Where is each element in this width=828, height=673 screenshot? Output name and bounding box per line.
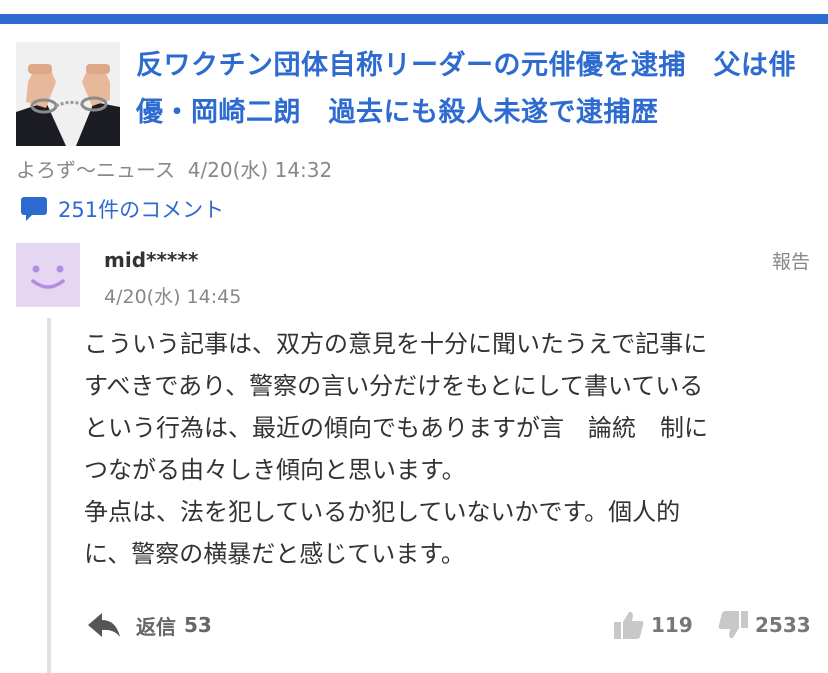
report-button[interactable]: 報告: [772, 247, 810, 274]
reply-label: 返信: [136, 614, 176, 639]
top-accent-bar: [0, 14, 828, 24]
handcuffs-photo: [16, 42, 120, 146]
article-thumbnail[interactable]: [16, 42, 120, 146]
article-date: 4/20(水) 14:32: [187, 158, 333, 182]
dislike-button[interactable]: 2533: [717, 609, 811, 641]
thumbs-up-icon: [614, 611, 644, 639]
article-headline[interactable]: 反ワクチン団体自称リーダーの元俳優を逮捕 父は俳優・岡崎二朗 過去にも殺人未遂で…: [136, 42, 816, 136]
article-source-line: よろず〜ニュース 4/20(水) 14:32: [16, 154, 332, 183]
comment-line: 争点は、法を犯しているか犯していないかです。個人的: [84, 498, 681, 526]
comment-line: に、警察の横暴だと感じています。: [84, 540, 465, 568]
dislike-count: 2533: [755, 613, 811, 637]
comments-count-label: 251件のコメント: [58, 198, 225, 222]
reply-button[interactable]: 返信 53: [86, 609, 212, 641]
smiley-face-icon: [31, 265, 65, 289]
like-count: 119: [651, 613, 693, 637]
source-name: よろず〜ニュース: [16, 158, 175, 182]
thread-line: [47, 318, 51, 673]
comment-line: つながる由々しき傾向と思います。: [84, 456, 466, 484]
thumbs-down-icon: [718, 611, 748, 639]
comment-timestamp: 4/20(水) 14:45: [104, 286, 242, 308]
speech-bubble-icon: [21, 197, 47, 221]
like-button[interactable]: 119: [613, 609, 693, 641]
comment-username: mid*****: [104, 248, 199, 272]
comments-count-link[interactable]: 251件のコメント: [20, 195, 224, 223]
comment-line: こういう記事は、双方の意見を十分に聞いたうえで記事に: [84, 330, 708, 358]
comment-body: こういう記事は、双方の意見を十分に聞いたうえで記事に すべきであり、警察の言い分…: [84, 323, 814, 575]
reply-count: 53: [184, 613, 212, 637]
reply-arrow-icon: [88, 613, 120, 637]
avatar: [16, 243, 80, 307]
comment-line: という行為は、最近の傾向でもありますが言 論統 制に: [84, 414, 708, 442]
comment-line: すべきであり、警察の言い分だけをもとにして書いている: [84, 372, 704, 400]
